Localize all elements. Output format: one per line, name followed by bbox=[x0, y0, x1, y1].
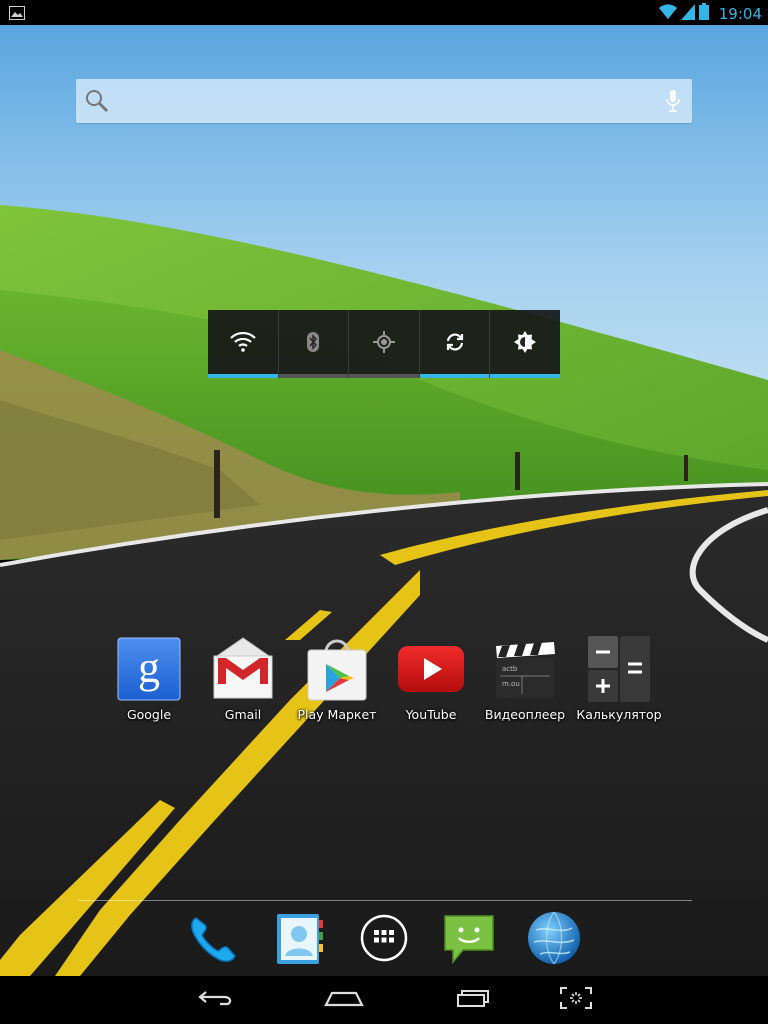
browser-icon bbox=[526, 910, 582, 970]
svg-text:g: g bbox=[138, 643, 160, 692]
google-search-bar[interactable] bbox=[76, 79, 692, 123]
clock: 19:04 bbox=[718, 4, 762, 23]
gps-icon bbox=[372, 331, 395, 357]
app-google[interactable]: g Google bbox=[102, 636, 196, 722]
phone-icon bbox=[186, 910, 242, 970]
back-button[interactable] bbox=[186, 982, 246, 1018]
home-button[interactable] bbox=[314, 982, 374, 1018]
brightness-toggle[interactable] bbox=[490, 310, 560, 378]
power-control-widget bbox=[208, 310, 560, 378]
all-apps-icon bbox=[360, 914, 408, 966]
app-play-market[interactable]: Play Маркет bbox=[290, 636, 384, 722]
brightness-toggle-indicator bbox=[490, 374, 560, 378]
gmail-icon bbox=[210, 636, 276, 702]
bluetooth-icon bbox=[306, 332, 320, 356]
app-gmail[interactable]: Gmail bbox=[196, 636, 290, 722]
battery-icon bbox=[698, 3, 709, 24]
wallpaper bbox=[0, 25, 768, 976]
dock-divider bbox=[78, 900, 692, 901]
gps-toggle-indicator bbox=[349, 374, 419, 378]
navigation-bar bbox=[0, 976, 768, 1024]
messaging-icon bbox=[441, 910, 497, 970]
app-shortcuts: g Google Gmail Play Маркет YouTube actb m… bbox=[102, 636, 672, 726]
status-bar: 19:04 bbox=[0, 0, 768, 25]
dock-messaging[interactable] bbox=[437, 906, 501, 974]
screenshot-icon bbox=[559, 986, 593, 1014]
home-icon bbox=[324, 988, 364, 1012]
wifi-icon bbox=[658, 3, 677, 24]
sync-toggle[interactable] bbox=[419, 310, 491, 378]
app-video-player[interactable]: actb m.ou Видеоплеер bbox=[478, 636, 572, 722]
dock bbox=[170, 906, 590, 976]
mic-icon[interactable] bbox=[666, 90, 680, 116]
dock-contacts[interactable] bbox=[267, 906, 331, 974]
back-icon bbox=[198, 988, 234, 1012]
recent-apps-button[interactable] bbox=[442, 982, 502, 1018]
dock-browser[interactable] bbox=[522, 906, 586, 974]
picture-notification-icon bbox=[9, 5, 25, 20]
contacts-icon bbox=[271, 910, 327, 970]
screenshot-button[interactable] bbox=[546, 982, 606, 1018]
play-store-icon bbox=[304, 636, 370, 702]
wifi-toggle-indicator bbox=[208, 374, 278, 378]
signal-icon bbox=[680, 3, 695, 24]
search-icon[interactable] bbox=[84, 88, 110, 118]
google-search-icon: g bbox=[116, 636, 182, 702]
clapperboard-icon: actb m.ou bbox=[492, 636, 558, 702]
sync-toggle-indicator bbox=[419, 374, 490, 378]
svg-text:actb: actb bbox=[502, 665, 518, 673]
calculator-icon bbox=[586, 636, 652, 702]
app-youtube[interactable]: YouTube bbox=[384, 636, 478, 722]
dock-phone[interactable] bbox=[182, 906, 246, 974]
youtube-icon bbox=[398, 636, 464, 702]
gps-toggle[interactable] bbox=[349, 310, 420, 378]
sync-icon bbox=[444, 331, 466, 357]
recent-apps-icon bbox=[454, 988, 490, 1012]
wifi-toggle[interactable] bbox=[208, 310, 279, 378]
dock-all-apps[interactable] bbox=[352, 906, 416, 974]
bluetooth-toggle-indicator bbox=[278, 374, 349, 378]
app-calculator[interactable]: Калькулятор bbox=[572, 636, 666, 722]
bluetooth-toggle[interactable] bbox=[278, 310, 350, 378]
svg-text:m.ou: m.ou bbox=[502, 680, 520, 688]
wifi-icon bbox=[230, 331, 256, 356]
brightness-icon bbox=[513, 330, 537, 358]
